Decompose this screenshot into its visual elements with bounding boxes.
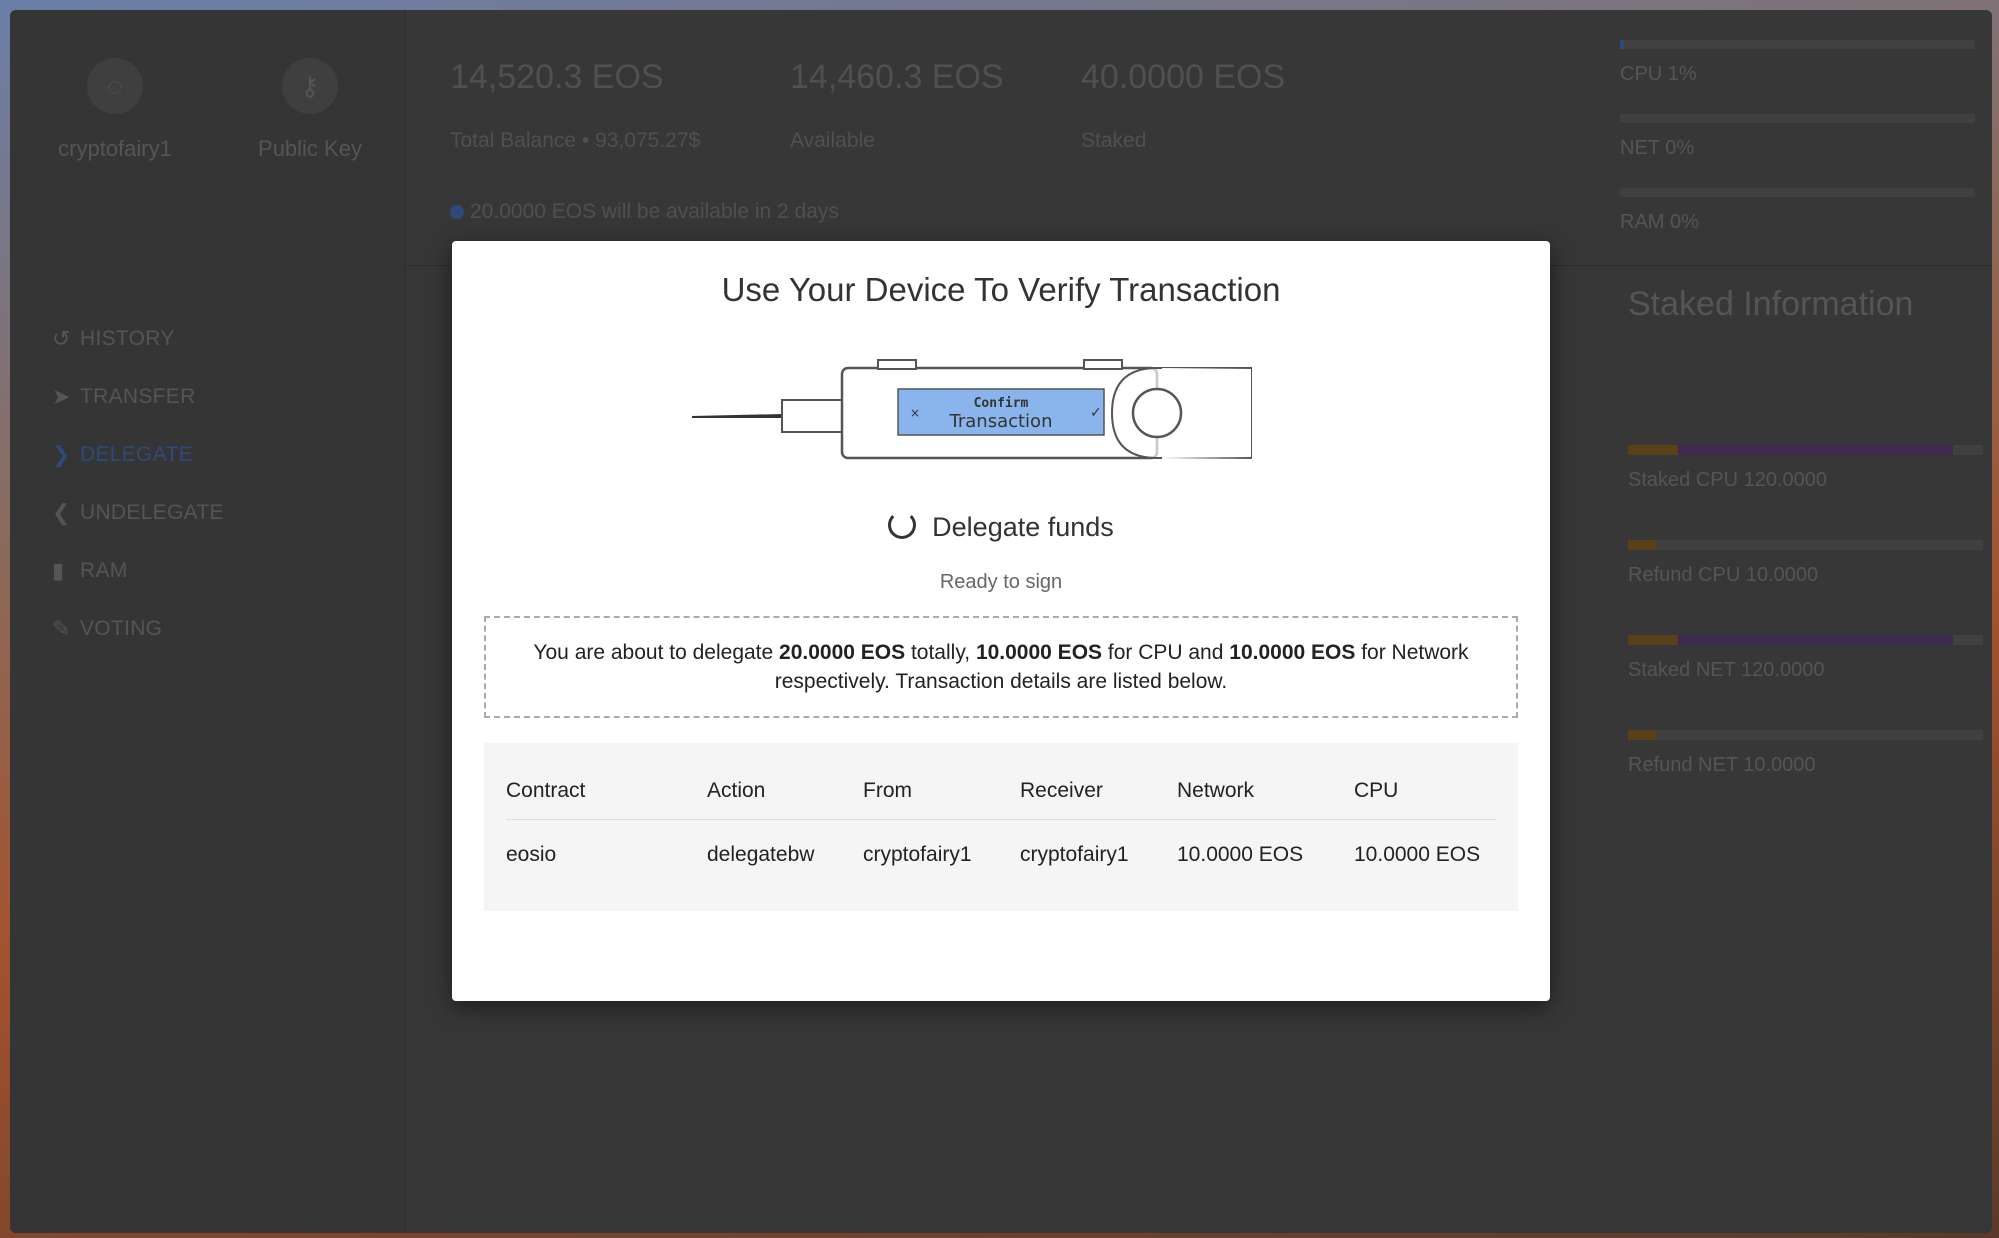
signing-status: Ready to sign [939,571,1063,593]
net-usage: NET 0% [1620,114,1975,160]
total-amount: 20.0000 EOS [779,641,906,664]
reject-icon: × [910,406,920,420]
device-screen-line2: Transaction [949,411,1053,432]
account-name: cryptofairy1 [58,136,172,161]
staked-value: 40.0000 EOS [1081,58,1286,96]
public-key-button[interactable]: ⚷ Public Key [245,58,375,162]
sidebar-item-label: VOTING [80,617,163,640]
staked-label: Staked [1081,129,1147,152]
sidebar-item-undelegate[interactable]: ❮ UNDELEGATE [52,484,224,542]
net-amount: 10.0000 EOS [1229,641,1356,664]
refund-net-row: Refund NET 10.0000 [1628,730,1983,777]
account-button[interactable]: ◌ cryptofairy1 [50,58,180,162]
available-stat: 14,460.3 EOS Available [790,58,1004,153]
notice-text: 20.0000 EOS will be available in 2 days [470,200,839,223]
header-action: Action [707,779,766,802]
sidebar-item-label: UNDELEGATE [80,501,224,524]
cpu-usage-label: CPU 1% [1620,63,1697,85]
staked-net-row: Staked NET 120.0000 [1628,635,1983,682]
cell-cpu: 10.0000 EOS [1354,843,1481,866]
action-status: Delegate funds [452,511,1550,543]
header-network: Network [1177,779,1255,802]
refund-cpu-label: Refund CPU 10.0000 [1628,564,1819,586]
cell-network: 10.0000 EOS [1177,843,1304,866]
sidebar-item-ram[interactable]: ▮ RAM [52,542,224,600]
sidebar-nav: ↺ HISTORY ➤ TRANSFER ❯ DELEGATE ❮ UNDELE… [52,310,224,658]
public-key-label: Public Key [258,136,362,161]
sidebar-item-delegate[interactable]: ❯ DELEGATE [52,426,224,484]
modal-title: Use Your Device To Verify Transaction [721,271,1281,308]
verify-transaction-modal: Use Your Device To Verify Transaction × … [452,241,1550,1001]
cell-receiver: cryptofairy1 [1020,843,1129,866]
account-avatar-icon: ◌ [87,58,143,114]
available-value: 14,460.3 EOS [790,58,1004,96]
staked-cpu-label: Staked CPU 120.0000 [1628,469,1828,491]
ram-usage-label: RAM 0% [1620,211,1699,233]
header-receiver: Receiver [1020,779,1103,802]
cell-contract: eosio [506,843,557,866]
transaction-details-table: Contract Action From Receiver Network CP… [484,743,1518,911]
refund-cpu-row: Refund CPU 10.0000 [1628,540,1983,587]
total-balance-label: Total Balance • 93,075.27$ [450,129,701,152]
resource-usage: CPU 1% NET 0% RAM 0% [1620,40,1975,262]
cpu-usage: CPU 1% [1620,40,1975,86]
usb-connector [781,399,843,433]
sidebar-item-label: HISTORY [80,327,175,350]
usb-cable [692,414,782,418]
staked-information-title: Staked Information [1628,285,1914,323]
memory-icon: ▮ [52,558,65,583]
total-balance-stat: 14,520.3 EOS Total Balance • 93,075.27$ [450,58,700,153]
staked-information-list: Staked CPU 120.0000 Refund CPU 10.0000 S… [1628,445,1983,825]
sidebar-item-transfer[interactable]: ➤ TRANSFER [52,368,224,426]
header-contract: Contract [506,779,586,802]
key-icon: ⚷ [282,58,338,114]
sidebar-item-label: DELEGATE [80,443,193,466]
confirm-check-icon: ✓ [1090,405,1102,421]
staked-cpu-row: Staked CPU 120.0000 [1628,445,1983,492]
sidebar-item-voting[interactable]: ✎ VOTING [52,600,224,658]
available-label: Available [790,129,875,152]
header-cpu: CPU [1354,779,1399,802]
staked-net-label: Staked NET 120.0000 [1628,659,1825,681]
net-usage-label: NET 0% [1620,137,1695,159]
total-balance-value: 14,520.3 EOS [450,58,664,96]
device-button [1131,387,1183,439]
loading-spinner-icon [888,511,917,539]
device-screen-line1: Confirm [974,396,1029,411]
info-icon [450,205,464,220]
ram-usage: RAM 0% [1620,188,1975,234]
cpu-amount: 10.0000 EOS [975,641,1103,664]
history-icon: ↺ [52,326,71,351]
availability-notice: 20.0000 EOS will be available in 2 days [450,200,839,224]
cpu-usage-fill [1620,40,1624,49]
sidebar-item-history[interactable]: ↺ HISTORY [52,310,224,368]
chevron-right-circle-icon: ❯ [52,442,71,467]
transaction-summary: You are about to delegate 20.0000 EOS to… [484,616,1518,718]
header-from: From [863,779,912,802]
table-header: Contract Action From Receiver Network CP… [506,779,1496,820]
cell-from: cryptofairy1 [863,843,972,866]
action-title: Delegate funds [932,512,1114,542]
refund-net-label: Refund NET 10.0000 [1628,754,1816,776]
sidebar-item-label: RAM [80,559,128,582]
sidebar: ◌ cryptofairy1 ⚷ Public Key ↺ HISTORY ➤ … [10,10,406,1233]
sidebar-item-label: TRANSFER [80,385,196,408]
staked-stat: 40.0000 EOS Staked [1081,58,1285,153]
edit-icon: ✎ [52,616,71,641]
cell-action: delegatebw [707,843,815,866]
hardware-wallet-illustration: × ✓ Confirm Transaction [692,359,1252,460]
paper-plane-icon: ➤ [52,384,71,409]
chevron-left-circle-icon: ❮ [52,500,71,525]
